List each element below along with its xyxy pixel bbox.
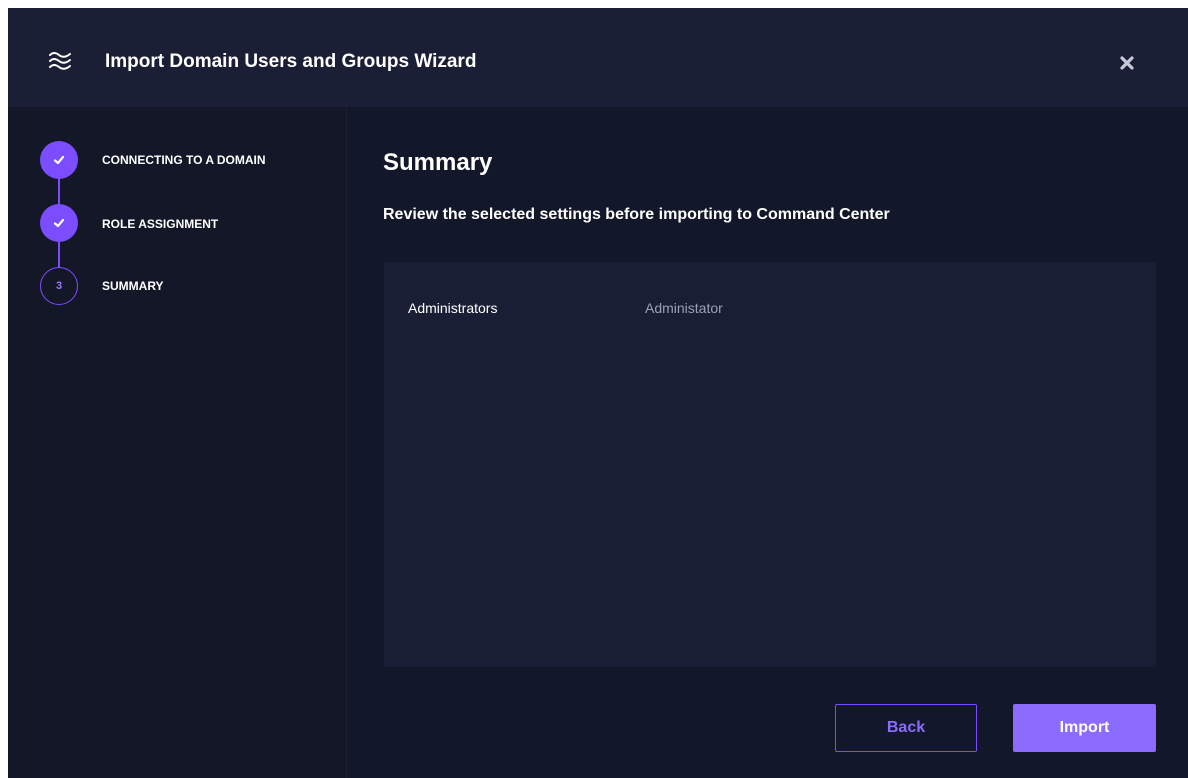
back-button[interactable]: Back (835, 704, 977, 752)
summary-group-name: Administrators (408, 300, 498, 316)
close-icon[interactable] (1116, 52, 1138, 74)
waves-icon (49, 52, 71, 70)
check-icon (53, 218, 65, 228)
summary-role-name: Administator (645, 300, 723, 316)
page-subtitle: Review the selected settings before impo… (383, 206, 890, 223)
summary-panel: Administrators Administator (384, 262, 1156, 667)
wizard-dialog: Import Domain Users and Groups Wizard CO… (8, 8, 1188, 778)
step-3-label: SUMMARY (102, 279, 164, 293)
summary-row: Administrators Administator (408, 300, 1108, 320)
step-number: 3 (55, 280, 63, 292)
wizard-header: Import Domain Users and Groups Wizard (8, 8, 1188, 107)
step-1-label: CONNECTING TO A DOMAIN (102, 153, 266, 167)
check-icon (53, 155, 65, 165)
step-2-label: ROLE ASSIGNMENT (102, 217, 219, 231)
import-button[interactable]: Import (1013, 704, 1156, 752)
page-title: Summary (383, 149, 493, 176)
step-1-indicator (40, 141, 78, 179)
wizard-steps-sidebar: CONNECTING TO A DOMAIN ROLE ASSIGNMENT 3… (8, 107, 347, 778)
step-2-indicator (40, 204, 78, 242)
wizard-title: Import Domain Users and Groups Wizard (105, 51, 477, 72)
step-3-indicator: 3 (40, 267, 78, 305)
